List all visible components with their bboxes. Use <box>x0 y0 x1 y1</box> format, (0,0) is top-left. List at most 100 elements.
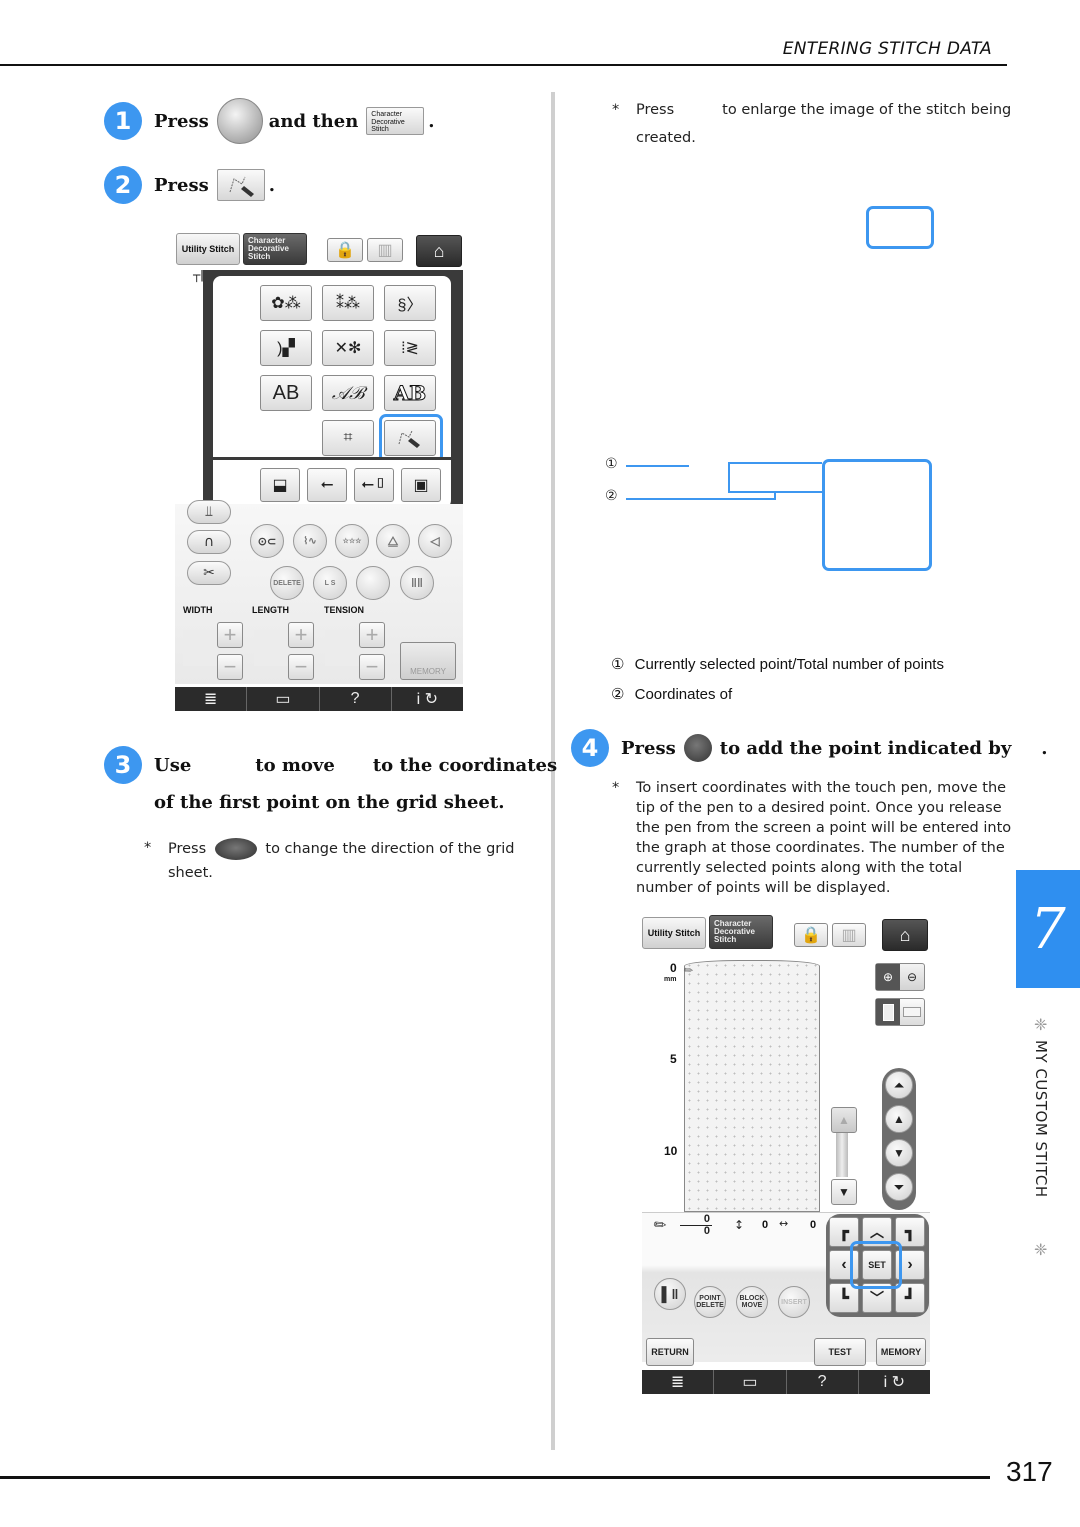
book-icon: ▥ <box>841 927 857 944</box>
ls-button[interactable]: L S <box>313 566 347 600</box>
lock-button[interactable]: 🔒 <box>794 923 828 947</box>
pattern-category-2[interactable]: ⁑⁂ <box>322 285 374 321</box>
settings-button[interactable]: ≣ <box>175 687 248 711</box>
pattern-category-3[interactable]: §〉 <box>384 285 436 321</box>
machine-screen-pattern-select: Utility Stitch Character Decorative Stitch… <box>175 232 463 712</box>
note-text-line-2: created. <box>636 130 696 146</box>
memory-button[interactable]: MEMORY <box>876 1338 926 1366</box>
pattern-category-5[interactable]: ✕✻ <box>322 330 374 366</box>
move-down-right-button[interactable]: ┛ <box>895 1283 925 1313</box>
grid-direction-button[interactable]: ▌ǁ <box>654 1278 686 1310</box>
blank-button[interactable] <box>356 566 390 600</box>
manual-button[interactable]: ▥ <box>367 238 403 262</box>
font-gothic-button[interactable]: AB <box>260 375 312 411</box>
width-minus-button[interactable]: − <box>217 654 243 680</box>
arrow-down-icon: ▼ <box>893 1146 905 1160</box>
info-button[interactable]: i ↻ <box>859 1370 930 1394</box>
home-icon: ⌂ <box>899 924 911 945</box>
split-icon: ▌ǁ <box>661 1286 679 1302</box>
mirror-button[interactable]: ⧋ <box>376 524 410 558</box>
mirror-horizontal-button[interactable]: ◁ <box>418 524 452 558</box>
vertical-grid-icon[interactable] <box>876 999 900 1025</box>
scroll-up-button[interactable]: ▲ <box>831 1107 857 1133</box>
presser-foot-button[interactable]: ⫫ <box>187 500 231 524</box>
twin-needle-button[interactable]: ǁǁ <box>400 566 434 600</box>
help-button[interactable]: ? <box>787 1370 859 1394</box>
return-button[interactable]: RETURN <box>646 1338 694 1366</box>
tension-label: TENSION <box>324 605 365 615</box>
step-3-to-move: to move <box>255 754 335 776</box>
point-delete-button[interactable]: POINT DELETE <box>694 1286 726 1318</box>
zoom-out-icon[interactable]: ⊖ <box>900 964 924 990</box>
note-text: to enlarge the image of the stitch being <box>722 102 1012 118</box>
step-4-note: * To insert coordinates with the touch p… <box>612 778 1012 903</box>
pattern-category-4[interactable]: )▞ <box>260 330 312 366</box>
grid-sheet[interactable] <box>684 960 820 1212</box>
tension-minus-button[interactable]: − <box>359 654 385 680</box>
note-line: currently selected points along with the… <box>636 860 963 876</box>
btn-line: DELETE <box>696 1302 724 1309</box>
info-button[interactable]: i ↻ <box>392 687 463 711</box>
next-point-button[interactable]: ▼ <box>885 1139 913 1167</box>
repeat-button[interactable]: ☆☆☆ <box>335 524 369 558</box>
width-plus-button[interactable]: + <box>217 622 243 648</box>
enlarge-note: * Press to enlarge the image of the stitc… <box>612 100 1012 150</box>
char-btn-line: Character <box>371 111 403 118</box>
btn-line: BLOCK <box>739 1295 765 1302</box>
usb-mouse-button[interactable]: ⭠▯ <box>354 468 394 502</box>
tension-plus-button[interactable]: + <box>359 622 385 648</box>
first-point-button[interactable]: ⏶ <box>885 1071 913 1099</box>
auto-lock-button[interactable]: ⊙⊂ <box>250 524 284 558</box>
question-icon: ? <box>817 1373 827 1390</box>
insert-button[interactable]: INSERT <box>778 1286 810 1318</box>
horizontal-grid-icon[interactable] <box>900 999 924 1025</box>
help-button[interactable]: ? <box>320 687 392 711</box>
scroll-down-button[interactable]: ▼ <box>831 1179 857 1205</box>
satin-stitch-icon: )▞ <box>277 340 295 357</box>
embroidery-pattern-icon <box>216 98 263 144</box>
reverse-button[interactable]: ∩ <box>187 530 231 554</box>
note-line: the pen from the screen a point will be … <box>636 820 1012 836</box>
zoom-in-icon[interactable]: ⊕ <box>876 964 900 990</box>
stitch-mirror-icon: ⌇∿ <box>303 535 317 547</box>
bottom-bar: ≣ ▭ ? i ↻ <box>642 1370 930 1394</box>
my-custom-stitch-recall-button[interactable]: ⌗ <box>322 420 374 456</box>
machine-button[interactable]: ▭ <box>247 687 320 711</box>
tab-utility-stitch[interactable]: Utility Stitch <box>642 917 706 949</box>
step-4-press: Press <box>621 737 676 759</box>
home-button[interactable]: ⌂ <box>416 235 462 267</box>
tab-character-decorative-stitch[interactable]: Character Decorative Stitch <box>243 233 307 265</box>
char-btn-line: Stitch <box>371 126 389 133</box>
axis-label-10: 10 <box>664 1144 678 1158</box>
mirror-vertical-button[interactable]: ⌇∿ <box>293 524 327 558</box>
home-button[interactable]: ⌂ <box>882 919 928 951</box>
callout-1: ① <box>605 456 618 472</box>
step-3-line-2: of the first point on the grid sheet. <box>154 792 505 813</box>
pattern-category-1[interactable]: ✿⁂ <box>260 285 312 321</box>
computer-button[interactable]: ▣ <box>401 468 441 502</box>
tab-utility-stitch[interactable]: Utility Stitch <box>176 233 240 265</box>
last-point-button[interactable]: ⏷ <box>885 1173 913 1201</box>
font-outline-button[interactable]: AB <box>384 375 436 411</box>
manual-button[interactable]: ▥ <box>832 923 866 947</box>
test-button[interactable]: TEST <box>814 1338 866 1366</box>
footer-rule <box>0 1476 990 1479</box>
axis-label-5: 5 <box>670 1052 677 1066</box>
tab-line: Stitch <box>714 935 737 944</box>
usb-button[interactable]: ⭠ <box>307 468 347 502</box>
settings-button[interactable]: ≣ <box>642 1370 715 1394</box>
previous-point-button[interactable]: ▲ <box>885 1105 913 1133</box>
lock-button[interactable]: 🔒 <box>327 238 363 262</box>
pattern-category-6[interactable]: ⁞≷ <box>384 330 436 366</box>
machine-memory-button[interactable]: ⬓ <box>260 468 300 502</box>
block-move-button[interactable]: BLOCK MOVE <box>736 1286 768 1318</box>
machine-button[interactable]: ▭ <box>714 1370 787 1394</box>
length-minus-button[interactable]: − <box>288 654 314 680</box>
tab-character-decorative-stitch[interactable]: Character Decorative Stitch <box>709 915 773 949</box>
font-script-button[interactable]: 𝒜ℬ <box>322 375 374 411</box>
length-plus-button[interactable]: + <box>288 622 314 648</box>
vertical-coordinate-icon: ↕ <box>734 1218 745 1232</box>
memory-button[interactable]: MEMORY <box>400 642 456 680</box>
thread-cutter-button[interactable]: ✂ <box>187 561 231 585</box>
delete-button[interactable]: DELETE <box>270 566 304 600</box>
